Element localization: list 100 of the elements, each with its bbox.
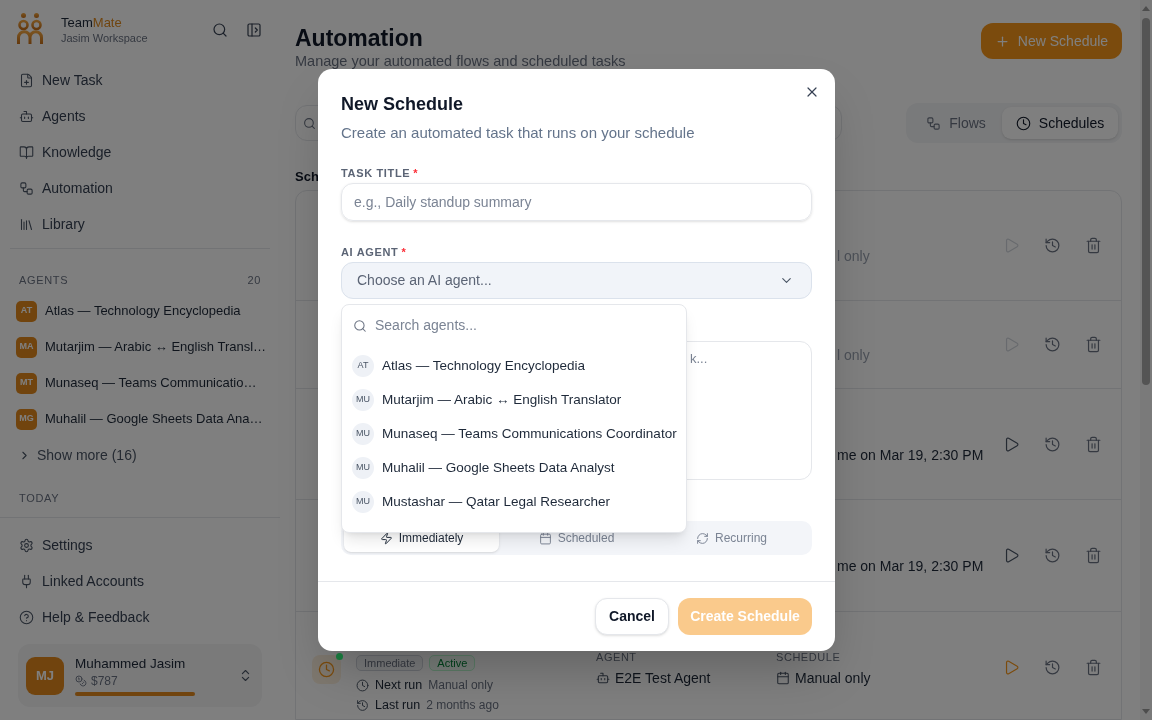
scroll-up-icon[interactable]	[1142, 6, 1150, 11]
history-icon[interactable]	[1044, 659, 1061, 676]
user-card[interactable]: MJ Muhammed Jasim $787	[18, 644, 262, 707]
agent-item[interactable]: MA Mutarjim — Arabic ↔ English Transl…	[16, 329, 274, 365]
trash-icon[interactable]	[1085, 435, 1102, 453]
plug-icon	[19, 573, 34, 589]
workflow-icon	[19, 180, 34, 196]
robot-icon	[596, 671, 610, 685]
agent-avatar: AT	[16, 300, 37, 322]
agent-avatar: MT	[16, 372, 37, 394]
agent-option[interactable]: AT Atlas — Technology Encyclopedia	[342, 349, 686, 383]
trash-icon[interactable]	[1085, 237, 1102, 254]
sidebar-toggle-icon[interactable]	[246, 22, 262, 38]
dialog-description: Create an automated task that runs on your schedule	[341, 123, 695, 143]
trash-icon[interactable]	[1085, 547, 1102, 564]
view-tab[interactable]: Flows	[910, 107, 1002, 139]
settings-icon	[19, 537, 34, 553]
run-value: Manual only	[428, 677, 493, 694]
play-icon[interactable]	[1003, 547, 1020, 564]
search-icon	[353, 318, 367, 333]
schedule-text: Manual only	[795, 668, 871, 688]
task-title-input[interactable]: e.g., Daily standup summary	[341, 183, 812, 221]
column-label: AGENT	[596, 650, 637, 664]
section-label: TODAY	[19, 491, 60, 505]
user-avatar: MJ	[26, 656, 64, 695]
calendar-icon	[538, 531, 552, 545]
status-badge: Active	[429, 655, 476, 671]
nav-item[interactable]: Automation	[19, 170, 261, 206]
nav-item[interactable]: Settings	[19, 527, 261, 563]
run-label: Next run	[375, 676, 423, 694]
agent-name: E2E Test Agent	[615, 668, 711, 688]
nav-item[interactable]: Library	[19, 206, 261, 242]
dialog-title: New Schedule	[341, 93, 464, 116]
clock-icon	[1015, 115, 1031, 131]
agent-option[interactable]: MU Munaseq — Teams Communications Coordinator	[342, 417, 686, 451]
schedule-text: me on Mar 19, 2:30 PM	[837, 557, 984, 575]
calendar-icon	[776, 671, 790, 685]
run-label: Last run	[375, 696, 421, 714]
user-name: Muhammed Jasim	[75, 655, 186, 672]
search-icon	[303, 116, 316, 130]
history-icon[interactable]	[1044, 547, 1061, 564]
coins-icon	[75, 675, 87, 687]
credit-balance: $787	[91, 674, 118, 688]
brand-name: TeamMate	[61, 15, 122, 31]
agent-avatar: MU	[352, 491, 374, 513]
clock-icon	[356, 678, 369, 692]
nav-item[interactable]: New Task	[19, 62, 261, 98]
scrollbar-thumb[interactable]	[1142, 18, 1150, 385]
column-label: SCHEDULE	[776, 650, 841, 664]
run-mode-tab[interactable]: Scheduled	[499, 524, 654, 552]
scrollbar[interactable]	[1140, 0, 1152, 720]
workspace-name: Jasim Workspace	[61, 31, 148, 45]
trash-icon[interactable]	[1085, 659, 1102, 676]
trash-icon[interactable]	[1085, 336, 1102, 353]
lightning-icon	[379, 531, 393, 545]
history-icon	[356, 698, 369, 712]
search-icon[interactable]	[212, 22, 228, 38]
workflow-icon	[926, 115, 942, 131]
field-label: AI AGENT *	[341, 245, 407, 259]
history-icon[interactable]	[1044, 435, 1061, 453]
library-icon	[19, 216, 34, 232]
schedule-text: me on Mar 19, 2:30 PM	[837, 445, 984, 464]
agent-avatar: MU	[352, 457, 374, 479]
run-mode-tab[interactable]: Recurring	[654, 524, 809, 552]
help-icon	[19, 609, 34, 625]
scroll-down-icon[interactable]	[1142, 709, 1150, 714]
agent-avatar: MA	[16, 336, 37, 358]
robot-icon	[19, 108, 34, 124]
agent-search-input[interactable]: Search agents...	[375, 315, 676, 336]
agent-item[interactable]: MG Muhalil — Google Sheets Data Ana…	[16, 401, 274, 437]
file-plus-icon	[19, 72, 34, 88]
logo-icon	[17, 13, 43, 45]
agent-select[interactable]: Choose an AI agent...	[341, 262, 812, 299]
agent-avatar: AT	[352, 355, 374, 377]
cancel-button[interactable]: Cancel	[595, 598, 669, 635]
play-icon[interactable]	[1003, 435, 1020, 453]
nav-item[interactable]: Knowledge	[19, 134, 261, 170]
agent-item[interactable]: MT Munaseq — Teams Communicatio…	[16, 365, 274, 401]
nav-item[interactable]: Help & Feedback	[19, 599, 261, 635]
play-icon[interactable]	[1003, 659, 1020, 676]
agent-option[interactable]: MU Mutarjim — Arabic ↔ English Translator	[342, 383, 686, 417]
view-tab[interactable]: Schedules	[1002, 107, 1118, 139]
section-heading: Sch	[295, 168, 319, 186]
history-icon[interactable]	[1044, 237, 1061, 254]
history-icon[interactable]	[1044, 336, 1061, 353]
book-icon	[19, 144, 34, 160]
agent-item[interactable]: AT Atlas — Technology Encyclopedia	[16, 293, 274, 329]
section-label: AGENTS	[19, 273, 69, 287]
run-value: 2 months ago	[426, 697, 499, 714]
show-more-link[interactable]: Show more (16)	[16, 437, 143, 473]
status-badge: Immediate	[356, 655, 424, 671]
agent-option[interactable]: MU Muhalil — Google Sheets Data Analyst	[342, 451, 686, 485]
page-subtitle: Manage your automated flows and scheduled tasks	[295, 53, 626, 69]
agent-avatar: MG	[16, 408, 37, 430]
nav-item[interactable]: Linked Accounts	[19, 563, 261, 599]
agent-option[interactable]: MU Mustashar — Qatar Legal Researcher	[342, 485, 686, 519]
refresh-icon	[696, 531, 709, 545]
agent-avatar: MU	[352, 423, 374, 445]
nav-item[interactable]: Agents	[19, 98, 261, 134]
agent-count: 20	[247, 273, 261, 287]
